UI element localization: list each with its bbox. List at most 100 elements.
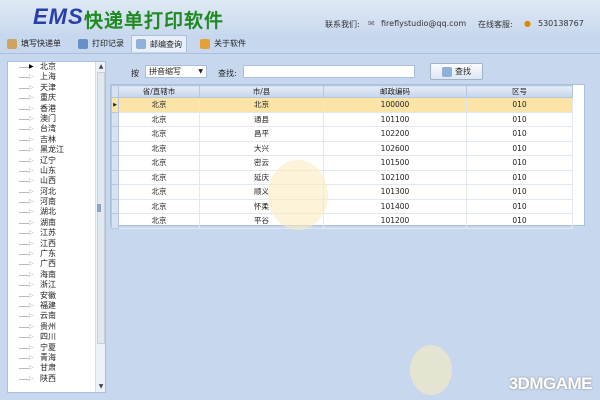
expand-arrow-icon[interactable]: ▷	[29, 93, 34, 103]
tab-about[interactable]: 关于软件	[196, 35, 250, 52]
table-cell[interactable]: 通县	[199, 111, 324, 127]
tree-item[interactable]: ▷ 宁夏	[8, 343, 105, 353]
table-cell[interactable]: 010	[466, 213, 573, 229]
tree-item[interactable]: ▷ 广西	[8, 259, 105, 269]
splitter-handle[interactable]	[97, 204, 101, 212]
row-selector[interactable]	[111, 184, 119, 200]
table-cell[interactable]: 昌平	[199, 126, 324, 142]
expand-arrow-icon[interactable]: ▷	[29, 156, 34, 166]
expand-arrow-icon[interactable]: ▷	[29, 228, 34, 238]
table-cell[interactable]: 010	[466, 198, 573, 214]
table-cell[interactable]: 北京	[118, 198, 200, 214]
tree-item[interactable]: ▷ 重庆	[8, 93, 105, 103]
table-cell[interactable]: 101100	[323, 111, 467, 127]
tab-print-records[interactable]: 打印记录	[74, 35, 128, 52]
scroll-down-icon[interactable]: ▼	[96, 382, 105, 392]
tree-item[interactable]: ▷ 湖北	[8, 207, 105, 217]
expand-arrow-icon[interactable]: ▷	[29, 218, 34, 228]
expand-arrow-icon[interactable]: ▷	[29, 249, 34, 259]
table-cell[interactable]: 北京	[118, 140, 200, 156]
col-header-postcode[interactable]: 邮政编码	[323, 85, 467, 98]
tree-item[interactable]: ▷ 甘肃	[8, 363, 105, 373]
col-header-province[interactable]: 省/直辖市	[118, 85, 200, 98]
tree-item[interactable]: ▷ 辽宁	[8, 156, 105, 166]
tree-item[interactable]: ▷ 黑龙江	[8, 145, 105, 155]
table-cell[interactable]: 102200	[323, 126, 467, 142]
tree-item[interactable]: ▷ 安徽	[8, 291, 105, 301]
tree-item[interactable]: ▷ 澳门	[8, 114, 105, 124]
tree-item[interactable]: ▷ 浙江	[8, 280, 105, 290]
table-cell[interactable]: 010	[466, 155, 573, 171]
expand-arrow-icon[interactable]: ▷	[29, 176, 34, 186]
table-cell[interactable]: 010	[466, 140, 573, 156]
expand-arrow-icon[interactable]: ▷	[29, 207, 34, 217]
expand-arrow-icon[interactable]: ▷	[29, 374, 34, 384]
table-cell[interactable]: 010	[466, 97, 573, 113]
tree-item[interactable]: ▷ 河南	[8, 197, 105, 207]
tree-item[interactable]: ▷ 广东	[8, 249, 105, 259]
expand-arrow-icon[interactable]: ▷	[29, 145, 34, 155]
tree-item[interactable]: ▷ 陕西	[8, 374, 105, 384]
tree-item[interactable]: ▷ 天津	[8, 83, 105, 93]
tree-scrollbar[interactable]: ▲ ▼	[95, 62, 105, 392]
tree-item[interactable]: ▷ 河北	[8, 187, 105, 197]
tree-item[interactable]: ▷ 四川	[8, 332, 105, 342]
table-cell[interactable]: 北京	[118, 111, 200, 127]
search-input[interactable]	[243, 65, 415, 78]
expand-arrow-icon[interactable]: ▷	[29, 332, 34, 342]
tree-item[interactable]: ▷ 山东	[8, 166, 105, 176]
tree-item[interactable]: ▷ 台湾	[8, 124, 105, 134]
table-row[interactable]: 北京 平谷 101200 010	[111, 213, 573, 229]
table-cell[interactable]: 北京	[118, 184, 200, 200]
row-selector[interactable]	[111, 140, 119, 156]
table-row[interactable]: 北京 昌平 102200 010	[111, 126, 573, 142]
table-row[interactable]: ▶ 北京 北京 100000 010	[111, 97, 573, 113]
table-row[interactable]: 北京 通县 101100 010	[111, 111, 573, 127]
table-cell[interactable]: 101400	[323, 198, 467, 214]
tree-item[interactable]: ▷ 上海	[8, 72, 105, 82]
row-selector[interactable]	[111, 213, 119, 229]
expand-arrow-icon[interactable]: ▷	[29, 187, 34, 197]
expand-arrow-icon[interactable]: ▷	[29, 301, 34, 311]
table-cell[interactable]: 010	[466, 126, 573, 142]
expand-arrow-icon[interactable]: ▷	[29, 270, 34, 280]
expand-arrow-icon[interactable]: ▷	[29, 104, 34, 114]
table-cell[interactable]: 北京	[118, 155, 200, 171]
tree-item[interactable]: ▷ 贵州	[8, 322, 105, 332]
tree-item[interactable]: ▶ 北京	[8, 62, 105, 72]
table-row[interactable]: 北京 延庆 102100 010	[111, 169, 573, 185]
tab-fill-waybill[interactable]: 填写快递单	[3, 35, 65, 52]
table-cell[interactable]: 北京	[199, 97, 324, 113]
expand-arrow-icon[interactable]: ▷	[29, 363, 34, 373]
tab-postcode-query[interactable]: 邮编查询	[131, 35, 187, 52]
search-mode-select[interactable]: 拼音缩写 ▼	[145, 65, 207, 78]
expand-arrow-icon[interactable]: ▶	[29, 62, 34, 72]
table-row[interactable]: 北京 大兴 102600 010	[111, 140, 573, 156]
expand-arrow-icon[interactable]: ▷	[29, 135, 34, 145]
expand-arrow-icon[interactable]: ▷	[29, 311, 34, 321]
expand-arrow-icon[interactable]: ▷	[29, 124, 34, 134]
contact-email[interactable]: fireflystudio@qq.com	[381, 19, 466, 28]
expand-arrow-icon[interactable]: ▷	[29, 280, 34, 290]
tree-item[interactable]: ▷ 海南	[8, 270, 105, 280]
expand-arrow-icon[interactable]: ▷	[29, 322, 34, 332]
expand-arrow-icon[interactable]: ▷	[29, 114, 34, 124]
scroll-up-icon[interactable]: ▲	[96, 62, 105, 72]
row-selector[interactable]: ▶	[111, 97, 119, 113]
tree-item[interactable]: ▷ 福建	[8, 301, 105, 311]
tree-item[interactable]: ▷ 云南	[8, 311, 105, 321]
tree-item[interactable]: ▷ 江西	[8, 239, 105, 249]
row-selector[interactable]	[111, 155, 119, 171]
table-cell[interactable]: 北京	[118, 213, 200, 229]
find-button[interactable]: 查找	[430, 63, 483, 80]
row-selector[interactable]	[111, 126, 119, 142]
table-row[interactable]: 北京 顺义 101300 010	[111, 184, 573, 200]
tree-item[interactable]: ▷ 湖南	[8, 218, 105, 228]
col-header-city[interactable]: 市/县	[199, 85, 324, 98]
table-cell[interactable]: 大兴	[199, 140, 324, 156]
table-cell[interactable]: 北京	[118, 126, 200, 142]
expand-arrow-icon[interactable]: ▷	[29, 83, 34, 93]
expand-arrow-icon[interactable]: ▷	[29, 239, 34, 249]
table-cell[interactable]: 010	[466, 169, 573, 185]
table-row[interactable]: 北京 怀柔 101400 010	[111, 198, 573, 214]
